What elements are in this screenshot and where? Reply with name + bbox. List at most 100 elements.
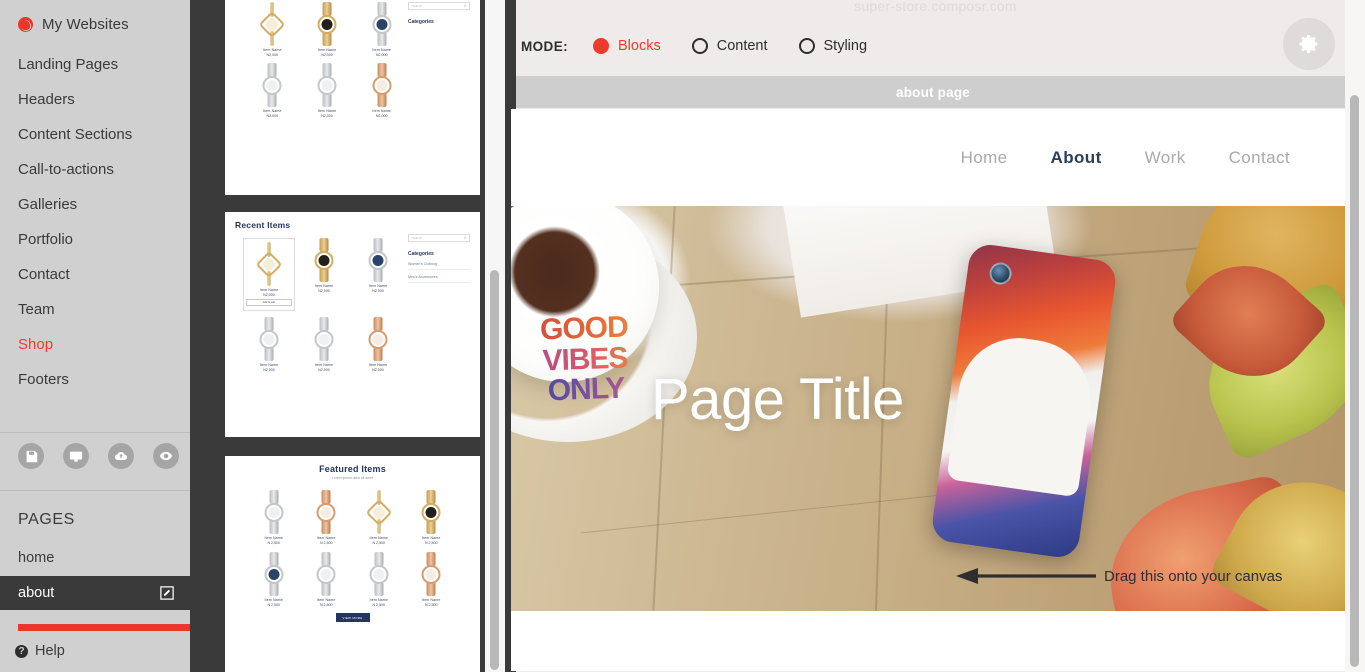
list-item: Item Name N2,000	[299, 238, 349, 311]
list-item: Item Name N 2,500	[354, 490, 404, 545]
product-price: N 2,500	[372, 541, 386, 545]
view-more-button[interactable]: VIEW MORE	[335, 613, 370, 622]
product-image	[364, 490, 394, 534]
site-nav-about[interactable]: About	[1051, 148, 1102, 168]
page-item-home[interactable]: home	[0, 541, 190, 575]
mode-label: MODE:	[521, 38, 568, 54]
page-title-bar[interactable]: about page	[511, 76, 1355, 108]
product-name: Item Name	[422, 536, 441, 540]
desktop-preview-button[interactable]	[63, 443, 89, 469]
product-image	[312, 63, 342, 107]
list-item: Item Name N 2,500	[407, 490, 457, 545]
radio-styling-icon[interactable]	[798, 38, 815, 54]
sidebar-item-portfolio[interactable]: Portfolio	[0, 222, 190, 257]
list-item: Item Name N2,000	[356, 63, 407, 118]
library-scrollbar-thumb[interactable]	[490, 270, 499, 670]
product-image	[254, 317, 284, 361]
product-name: Item Name	[372, 109, 391, 113]
main-scrollbar-thumb[interactable]	[1350, 95, 1359, 667]
product-image	[311, 490, 341, 534]
list-item: Item Name N2,000	[302, 2, 353, 57]
library-scrollbar[interactable]	[485, 0, 505, 672]
product-image	[416, 490, 446, 534]
product-name: Item Name	[368, 284, 388, 288]
sidebar-item-shop[interactable]: Shop	[0, 327, 190, 362]
arrow-left-icon	[956, 568, 1096, 584]
site-preview[interactable]: Home About Work Contact GOOD VIBES ONLY …	[511, 109, 1355, 671]
sidebar-item-headers[interactable]: Headers	[0, 82, 190, 117]
product-price: N2,000	[372, 289, 384, 293]
sidebar-item-footers[interactable]: Footers	[0, 362, 190, 397]
list-item: Item Name N2,000	[247, 2, 298, 57]
sidebar-item-galleries[interactable]: Galleries	[0, 187, 190, 222]
brand[interactable]: My Websites	[0, 0, 190, 45]
hero-section[interactable]: GOOD VIBES ONLY Page Title	[511, 206, 1355, 611]
sidebar-item-team[interactable]: Team	[0, 292, 190, 327]
search-input[interactable]: Search ⚲	[408, 234, 470, 242]
library-block-product-grid[interactable]: Item Name N2,000 Item Name N2,000 Item N…	[225, 0, 480, 195]
cloud-publish-icon	[114, 452, 128, 460]
mode-toolbar: MODE: Blocks Content Styling	[506, 16, 1365, 76]
main-scrollbar[interactable]	[1345, 0, 1365, 672]
save-button[interactable]	[18, 443, 44, 469]
sidebar-item-landing-pages[interactable]: Landing Pages	[0, 47, 190, 82]
search-placeholder: Search	[412, 236, 422, 240]
product-name: Item Name	[264, 536, 283, 540]
category-link[interactable]: Women's Clothing	[408, 262, 470, 270]
site-nav-home[interactable]: Home	[961, 148, 1008, 168]
site-url: super-store.composr.com	[854, 0, 1017, 14]
radio-content-icon[interactable]	[691, 38, 708, 54]
list-item: Item Name N2,000	[353, 317, 403, 372]
product-image	[259, 552, 289, 596]
library-block-recent-items[interactable]: Recent Items Item Name N2,000 Add to car…	[225, 212, 480, 437]
edit-icon[interactable]	[160, 586, 174, 600]
sidebar-item-contact[interactable]: Contact	[0, 257, 190, 292]
list-item: Item Name N 2,500	[302, 490, 352, 545]
block-title: Recent Items	[235, 220, 291, 230]
mode-option-styling[interactable]: Styling	[798, 38, 867, 54]
library-block-featured-items[interactable]: Featured Items Lorem ipsum dolor sit ame…	[225, 456, 480, 672]
product-name: Item Name	[259, 363, 279, 367]
product-name: Item Name	[259, 288, 279, 292]
sidebar-item-content-sections[interactable]: Content Sections	[0, 117, 190, 152]
page-item-about[interactable]: about	[0, 576, 190, 610]
mode-option-blocks[interactable]: Blocks	[593, 38, 661, 54]
product-name: Item Name	[317, 536, 336, 540]
cloud-publish-button[interactable]	[108, 443, 134, 469]
product-image	[259, 490, 289, 534]
settings-button[interactable]	[1283, 18, 1335, 70]
product-price: N 2,500	[319, 603, 333, 607]
product-image	[257, 2, 287, 46]
product-name: Item Name	[314, 363, 334, 367]
mode-option-content[interactable]: Content	[691, 38, 768, 54]
product-image	[367, 63, 397, 107]
product-image	[363, 317, 393, 361]
eye-preview-button[interactable]	[153, 443, 179, 469]
site-nav-contact[interactable]: Contact	[1229, 148, 1290, 168]
product-price: N 2,500	[424, 603, 438, 607]
product-price: N 2,500	[372, 603, 386, 607]
categories-title: Categories	[408, 251, 434, 257]
help-label: Help	[35, 643, 65, 659]
product-name: Item Name	[317, 48, 337, 52]
list-item: Item Name N 2,500	[302, 552, 352, 607]
search-input[interactable]: Search ⚲	[408, 2, 470, 10]
composer-app: My Websites Landing Pages Headers Conten…	[0, 0, 1365, 672]
product-price: N2,000	[266, 114, 279, 118]
add-to-cart-button[interactable]: Add to cart	[246, 299, 292, 306]
product-price: N 2,500	[424, 541, 438, 545]
product-image	[363, 238, 393, 282]
help-button[interactable]: ? Help	[15, 643, 65, 659]
product-name: Item Name	[317, 109, 337, 113]
radio-blocks-icon[interactable]	[593, 38, 609, 54]
site-nav-work[interactable]: Work	[1145, 148, 1186, 168]
brand-label: My Websites	[42, 16, 129, 33]
mode-option-content-label: Content	[716, 38, 768, 54]
search-placeholder: Search	[412, 4, 422, 8]
search-icon: ⚲	[463, 236, 466, 240]
hero-title[interactable]: Page Title	[651, 366, 904, 433]
category-link[interactable]: Men's Accessories	[408, 275, 470, 283]
page-item-about-label: about	[18, 585, 55, 601]
sidebar-item-call-to-actions[interactable]: Call-to-actions	[0, 152, 190, 187]
categories-title: Categories	[408, 19, 434, 25]
